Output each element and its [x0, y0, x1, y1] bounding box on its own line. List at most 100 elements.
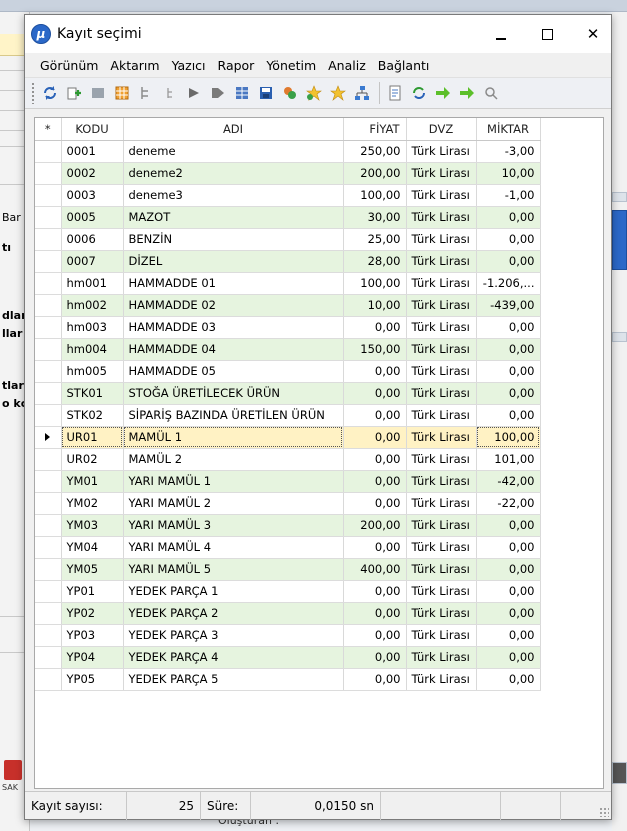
cell-fiyat[interactable]: 0,00	[343, 404, 407, 427]
menu-gorunum[interactable]: Görünüm	[40, 58, 98, 73]
cell-dvz[interactable]: Türk Lirası	[406, 448, 477, 471]
cell-adi[interactable]: YEDEK PARÇA 4	[123, 646, 344, 669]
table-row[interactable]: hm002 HAMMADDE 02 10,00 Türk Lirası -439,00	[35, 294, 541, 317]
cell-miktar[interactable]: -3,00	[476, 140, 541, 163]
table-row[interactable]: YM03 YARI MAMÜL 3 200,00 Türk Lirası 0,00	[35, 514, 541, 537]
cell-kodu[interactable]: YM03	[61, 514, 124, 537]
cell-fiyat[interactable]: 0,00	[343, 470, 407, 493]
resize-grip-icon[interactable]	[599, 807, 609, 817]
cell-kodu[interactable]: YP04	[61, 646, 124, 669]
document-button[interactable]	[386, 84, 404, 102]
cell-miktar[interactable]: -1,00	[476, 184, 541, 207]
cell-miktar[interactable]: 0,00	[476, 316, 541, 339]
arrow-right-dark-button[interactable]	[209, 84, 227, 102]
table-row[interactable]: 0006 BENZİN 25,00 Türk Lirası 0,00	[35, 228, 541, 251]
cell-dvz[interactable]: Türk Lirası	[406, 162, 477, 185]
cell-adi[interactable]: MAMÜL 1	[123, 426, 344, 449]
row-indicator[interactable]	[35, 360, 62, 383]
cell-kodu[interactable]: YM01	[61, 470, 124, 493]
cell-dvz[interactable]: Türk Lirası	[406, 316, 477, 339]
cell-miktar[interactable]: 101,00	[476, 448, 541, 471]
save-button[interactable]	[257, 84, 275, 102]
row-indicator[interactable]	[35, 272, 62, 295]
cell-kodu[interactable]: YM02	[61, 492, 124, 515]
refresh-button[interactable]	[41, 84, 59, 102]
cell-miktar[interactable]: -22,00	[476, 492, 541, 515]
cell-kodu[interactable]: YM04	[61, 536, 124, 559]
cell-fiyat[interactable]: 0,00	[343, 316, 407, 339]
cell-dvz[interactable]: Türk Lirası	[406, 668, 477, 691]
cell-adi[interactable]: deneme	[123, 140, 344, 163]
row-indicator[interactable]	[35, 382, 62, 405]
row-indicator[interactable]	[35, 206, 62, 229]
column-header-miktar[interactable]: MİKTAR	[476, 118, 541, 141]
row-indicator[interactable]	[35, 514, 62, 537]
cell-kodu[interactable]: STK02	[61, 404, 124, 427]
cell-dvz[interactable]: Türk Lirası	[406, 404, 477, 427]
cell-dvz[interactable]: Türk Lirası	[406, 580, 477, 603]
cell-kodu[interactable]: hm002	[61, 294, 124, 317]
table-row[interactable]: 0002 deneme2 200,00 Türk Lirası 10,00	[35, 162, 541, 185]
cell-fiyat[interactable]: 25,00	[343, 228, 407, 251]
row-indicator[interactable]	[35, 668, 62, 691]
cell-fiyat[interactable]: 0,00	[343, 448, 407, 471]
menu-yazici[interactable]: Yazıcı	[172, 58, 206, 73]
table-row[interactable]: YP01 YEDEK PARÇA 1 0,00 Türk Lirası 0,00	[35, 580, 541, 603]
arrow-right-green-2-button[interactable]	[458, 84, 476, 102]
cell-kodu[interactable]: hm001	[61, 272, 124, 295]
cell-adi[interactable]: MAMÜL 2	[123, 448, 344, 471]
minimize-button[interactable]	[478, 15, 524, 53]
cell-miktar[interactable]: -1.206,...	[476, 272, 541, 295]
row-indicator[interactable]	[35, 140, 62, 163]
filter-button[interactable]	[482, 84, 500, 102]
cell-adi[interactable]: DİZEL	[123, 250, 344, 273]
cell-dvz[interactable]: Türk Lirası	[406, 294, 477, 317]
table-row[interactable]: hm003 HAMMADDE 03 0,00 Türk Lirası 0,00	[35, 316, 541, 339]
table-row[interactable]: YP03 YEDEK PARÇA 3 0,00 Türk Lirası 0,00	[35, 624, 541, 647]
row-indicator[interactable]	[35, 404, 62, 427]
cell-dvz[interactable]: Türk Lirası	[406, 338, 477, 361]
cell-fiyat[interactable]: 100,00	[343, 184, 407, 207]
cell-miktar[interactable]: 0,00	[476, 206, 541, 229]
cell-dvz[interactable]: Türk Lirası	[406, 492, 477, 515]
cell-fiyat[interactable]: 250,00	[343, 140, 407, 163]
star-button[interactable]	[329, 84, 347, 102]
table-row[interactable]: UR02 MAMÜL 2 0,00 Türk Lirası 101,00	[35, 448, 541, 471]
menu-yonetim[interactable]: Yönetim	[266, 58, 316, 73]
title-bar[interactable]: μ Kayıt seçimi ✕	[25, 15, 611, 53]
cell-miktar[interactable]: 0,00	[476, 404, 541, 427]
menu-aktarim[interactable]: Aktarım	[110, 58, 159, 73]
cell-dvz[interactable]: Türk Lirası	[406, 514, 477, 537]
cell-adi[interactable]: deneme3	[123, 184, 344, 207]
cell-kodu[interactable]: YP02	[61, 602, 124, 625]
cell-dvz[interactable]: Türk Lirası	[406, 228, 477, 251]
table-row[interactable]: YM04 YARI MAMÜL 4 0,00 Türk Lirası 0,00	[35, 536, 541, 559]
table-row[interactable]: STK01 STOĞA ÜRETİLECEK ÜRÜN 0,00 Türk Liras…	[35, 382, 541, 405]
cell-kodu[interactable]: UR01	[61, 426, 124, 449]
cell-miktar[interactable]: 0,00	[476, 668, 541, 691]
row-indicator[interactable]	[35, 294, 62, 317]
cell-fiyat[interactable]: 150,00	[343, 338, 407, 361]
cell-adi[interactable]: MAZOT	[123, 206, 344, 229]
row-indicator[interactable]	[35, 536, 62, 559]
cell-adi[interactable]: YARI MAMÜL 3	[123, 514, 344, 537]
cell-adi[interactable]: YEDEK PARÇA 1	[123, 580, 344, 603]
network-button[interactable]	[353, 84, 371, 102]
cell-miktar[interactable]: 0,00	[476, 536, 541, 559]
cell-fiyat[interactable]: 0,00	[343, 602, 407, 625]
cell-fiyat[interactable]: 0,00	[343, 382, 407, 405]
cell-miktar[interactable]: 0,00	[476, 602, 541, 625]
cell-fiyat[interactable]: 0,00	[343, 426, 407, 449]
cell-dvz[interactable]: Türk Lirası	[406, 426, 477, 449]
cell-kodu[interactable]: 0003	[61, 184, 124, 207]
cell-adi[interactable]: BENZİN	[123, 228, 344, 251]
table-row[interactable]: YM02 YARI MAMÜL 2 0,00 Türk Lirası -22,00	[35, 492, 541, 515]
table-row[interactable]: YM01 YARI MAMÜL 1 0,00 Türk Lirası -42,00	[35, 470, 541, 493]
cell-fiyat[interactable]: 0,00	[343, 536, 407, 559]
table-row[interactable]: 0005 MAZOT 30,00 Türk Lirası 0,00	[35, 206, 541, 229]
cell-fiyat[interactable]: 200,00	[343, 162, 407, 185]
cell-dvz[interactable]: Türk Lirası	[406, 250, 477, 273]
row-indicator[interactable]	[35, 558, 62, 581]
table-row[interactable]: hm001 HAMMADDE 01 100,00 Türk Lirası -1.206,…	[35, 272, 541, 295]
cell-adi[interactable]: YARI MAMÜL 5	[123, 558, 344, 581]
